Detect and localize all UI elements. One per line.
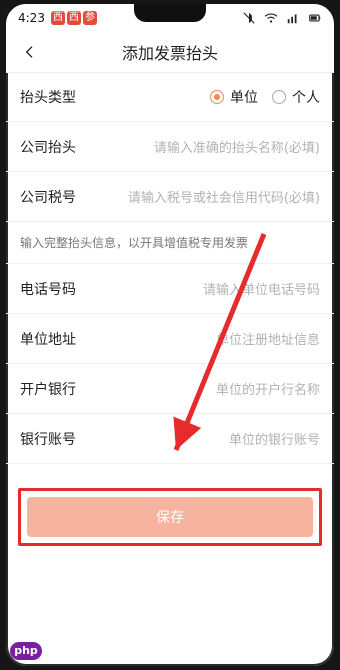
form-note: 输入完整抬头信息，以开具增值税专用发票 [6, 222, 334, 264]
row-bank: 开户银行 单位的开户行名称 [6, 364, 334, 414]
radio-company-label: 单位 [230, 89, 258, 106]
radio-dot-company [210, 89, 224, 104]
battery-icon [309, 14, 321, 22]
header-bar: 添加发票抬头 [6, 32, 334, 73]
address-input[interactable]: 单位注册地址信息 [100, 329, 320, 348]
label-address: 单位地址 [20, 331, 76, 348]
wifi-icon [264, 13, 278, 23]
save-button[interactable]: 保存 [27, 497, 313, 537]
notification-icons: 西 西 参 [50, 11, 97, 25]
radio-personal-label: 个人 [292, 89, 320, 106]
bank-input[interactable]: 单位的开户行名称 [100, 379, 320, 398]
status-time: 4:23 [18, 11, 45, 25]
label-account: 银行账号 [20, 431, 76, 448]
row-company-header: 公司抬头 请输入准确的抬头名称(必填) [6, 122, 334, 172]
label-header-type: 抬头类型 [20, 89, 76, 106]
watermark-text: 中文网 [48, 644, 85, 659]
back-arrow-icon [25, 46, 33, 58]
label-phone: 电话号码 [20, 281, 76, 298]
label-company-header: 公司抬头 [20, 139, 76, 156]
label-bank: 开户银行 [20, 381, 76, 398]
phone-input[interactable]: 请输入单位电话号码 [100, 279, 320, 298]
back-button[interactable] [16, 38, 44, 66]
page-title: 添加发票抬头 [121, 44, 218, 63]
account-input[interactable]: 单位的银行账号 [100, 429, 320, 448]
camera-notch [134, 4, 206, 22]
signal-icon [287, 14, 297, 24]
mute-icon [243, 12, 255, 24]
app-badge-2: 西 [66, 11, 81, 25]
label-tax-id: 公司税号 [20, 189, 76, 206]
status-bar: 4:23 西 西 参 [6, 4, 334, 32]
row-address: 单位地址 单位注册地址信息 [6, 314, 334, 364]
save-highlight-box: 保存 [18, 488, 322, 546]
row-phone: 电话号码 请输入单位电话号码 [6, 264, 334, 314]
tax-id-input[interactable]: 请输入税号或社会信用代码(必填) [100, 187, 320, 206]
phone-screen: 4:23 西 西 参 添加发票抬头 抬头类型 单位 个人 公司抬头 请输入准确的… [6, 4, 334, 666]
company-header-input[interactable]: 请输入准确的抬头名称(必填) [100, 137, 320, 156]
app-badge-1: 西 [50, 11, 65, 25]
status-right [242, 11, 322, 25]
php-logo: php [10, 642, 42, 660]
radio-company[interactable]: 单位 [210, 87, 258, 107]
radio-dot-personal [272, 89, 286, 104]
watermark: php 中文网 [10, 642, 84, 660]
invoice-form: 抬头类型 单位 个人 公司抬头 请输入准确的抬头名称(必填) 公司税号 请输入税… [6, 72, 334, 546]
radio-personal[interactable]: 个人 [272, 87, 320, 107]
row-tax-id: 公司税号 请输入税号或社会信用代码(必填) [6, 172, 334, 222]
row-header-type: 抬头类型 单位 个人 [6, 72, 334, 122]
header-type-options: 单位 个人 [210, 87, 320, 107]
app-badge-3: 参 [82, 11, 97, 25]
status-left: 4:23 西 西 参 [18, 11, 97, 25]
row-account: 银行账号 单位的银行账号 [6, 414, 334, 464]
